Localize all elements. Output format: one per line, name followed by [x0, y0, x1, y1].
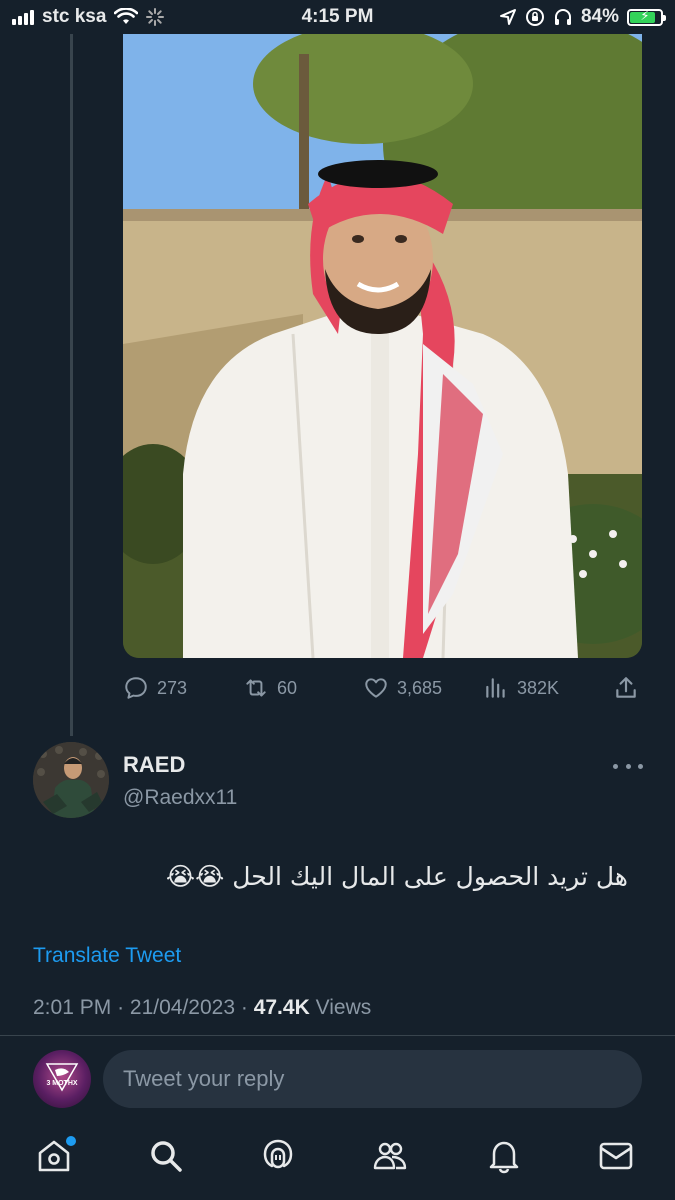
author-name[interactable]: RAED — [123, 752, 185, 778]
heart-icon — [365, 678, 387, 698]
tweet-time: 2:01 PM — [33, 996, 112, 1019]
status-bar: stc ksa 4:15 PM 84% ⚡ — [0, 0, 675, 34]
reply-count: 273 — [157, 677, 188, 698]
analytics-icon — [486, 678, 505, 698]
spaces-icon — [263, 1139, 293, 1169]
tweet-views-count[interactable]: 47.4K — [254, 996, 310, 1019]
tweet-views-label: Views — [315, 996, 372, 1019]
communities-icon — [373, 1142, 407, 1170]
views-count: 382K — [517, 677, 560, 698]
location-icon — [499, 9, 516, 25]
nav-communities[interactable] — [372, 1138, 412, 1178]
headphones-icon — [554, 9, 571, 25]
battery-charging-icon: ⚡ — [627, 8, 666, 26]
share-icon — [616, 677, 636, 698]
retweet-icon — [246, 679, 266, 697]
reply-avatar[interactable]: 3 MOTHX — [33, 1050, 91, 1108]
thread-line — [70, 34, 73, 736]
tweet-date: 21/04/2023 — [129, 996, 236, 1019]
tweet-text: هل تريد الحصول على المال اليك الحل 😭😭 — [165, 862, 628, 891]
divider — [0, 1035, 675, 1036]
nav-messages[interactable] — [598, 1138, 638, 1178]
orientation-lock-icon — [525, 8, 544, 26]
nav-notifications[interactable] — [486, 1138, 526, 1178]
more-options-icon[interactable] — [613, 756, 643, 776]
brand-logo — [45, 1063, 79, 1092]
tweet-photo[interactable] — [123, 34, 642, 658]
like-button[interactable]: 3,685 — [363, 668, 442, 708]
like-count: 3,685 — [397, 677, 443, 698]
nav-spaces[interactable] — [260, 1138, 300, 1178]
retweet-count: 60 — [277, 677, 298, 698]
nav-search[interactable] — [148, 1138, 188, 1178]
notification-dot — [66, 1136, 76, 1146]
author-handle[interactable]: @Raedxx11 — [123, 786, 237, 810]
reply-icon — [125, 677, 147, 699]
messages-icon — [599, 1142, 633, 1170]
views-button[interactable]: 382K — [483, 668, 559, 708]
tweet-meta: 2:01 PM · 21/04/2023 · 47.4K Views — [33, 996, 372, 1019]
nav-home[interactable] — [36, 1136, 76, 1178]
reply-input[interactable]: Tweet your reply — [103, 1050, 642, 1108]
notifications-icon — [489, 1141, 519, 1174]
bottom-nav — [0, 1128, 675, 1190]
reply-avatar-label: 3 MOTHX — [46, 1080, 78, 1087]
search-icon — [151, 1141, 182, 1172]
tweet-author: RAED @Raedxx11 — [33, 742, 643, 822]
tweet-action-bar: 273 60 3,685 382K — [123, 668, 642, 708]
battery-percent: 84% — [580, 6, 619, 27]
share-button[interactable] — [613, 668, 639, 708]
reply-button[interactable]: 273 — [123, 668, 187, 708]
translate-tweet-link[interactable]: Translate Tweet — [33, 944, 181, 968]
avatar[interactable] — [33, 742, 109, 818]
retweet-button[interactable]: 60 — [243, 668, 297, 708]
photo-man-in-shemagh — [123, 34, 642, 658]
